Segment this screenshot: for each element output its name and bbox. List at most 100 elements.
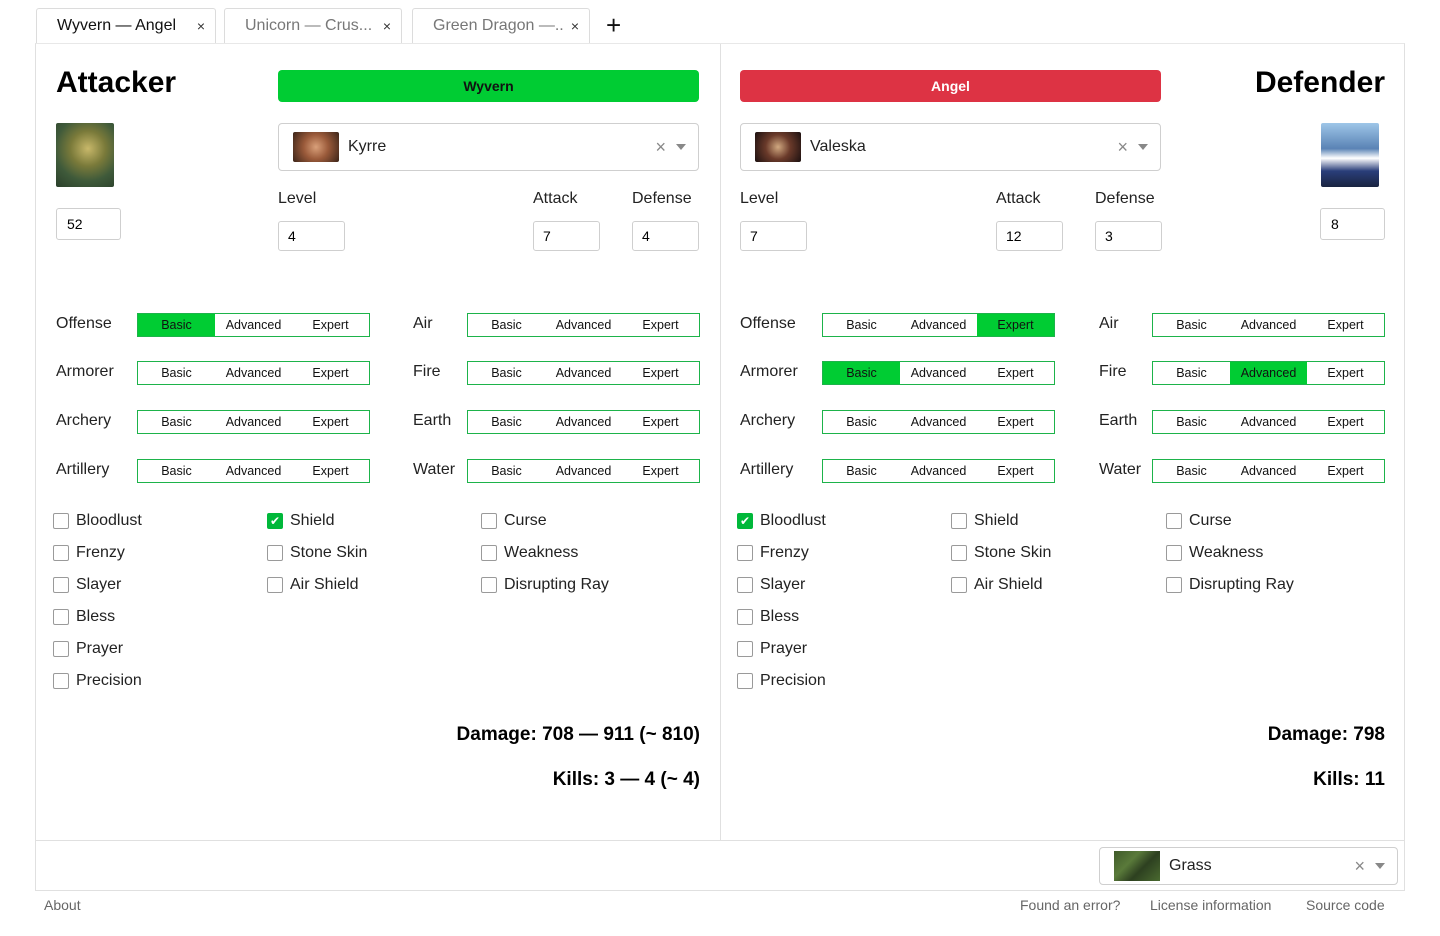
tab-green-dragon[interactable]: Green Dragon —... × xyxy=(412,8,590,43)
skill-level-expert-button[interactable]: Expert xyxy=(1307,411,1384,433)
skill-level-basic-button[interactable]: Basic xyxy=(1153,460,1230,482)
spell-checkbox-row[interactable]: Stone Skin xyxy=(267,544,367,562)
skill-level-basic-button[interactable]: Basic xyxy=(823,362,900,384)
spell-checkbox-row[interactable]: Air Shield xyxy=(267,576,358,594)
defender-attack-input[interactable] xyxy=(996,221,1063,251)
spell-checkbox-row[interactable]: Prayer xyxy=(737,640,807,658)
defender-creature-button[interactable]: Angel xyxy=(740,70,1161,102)
spell-checkbox-row[interactable]: Frenzy xyxy=(53,544,125,562)
skill-level-expert-button[interactable]: Expert xyxy=(292,411,369,433)
skill-level-basic-button[interactable]: Basic xyxy=(468,460,545,482)
skill-level-advanced-button[interactable]: Advanced xyxy=(1230,460,1307,482)
skill-level-expert-button[interactable]: Expert xyxy=(977,460,1054,482)
clear-icon[interactable]: × xyxy=(655,137,666,158)
close-icon[interactable]: × xyxy=(571,18,579,34)
skill-level-advanced-button[interactable]: Advanced xyxy=(545,362,622,384)
skill-level-expert-button[interactable]: Expert xyxy=(1307,362,1384,384)
skill-level-expert-button[interactable]: Expert xyxy=(1307,460,1384,482)
checkbox[interactable] xyxy=(1166,513,1182,529)
defender-count-input[interactable] xyxy=(1320,208,1385,240)
skill-level-advanced-button[interactable]: Advanced xyxy=(215,411,292,433)
checkbox[interactable] xyxy=(737,641,753,657)
checkbox[interactable] xyxy=(53,577,69,593)
checkbox[interactable] xyxy=(1166,577,1182,593)
checkbox[interactable] xyxy=(267,513,283,529)
checkbox[interactable] xyxy=(481,577,497,593)
checkbox[interactable] xyxy=(1166,545,1182,561)
checkbox[interactable] xyxy=(53,673,69,689)
chevron-down-icon[interactable] xyxy=(676,144,686,150)
checkbox[interactable] xyxy=(53,641,69,657)
checkbox[interactable] xyxy=(737,513,753,529)
skill-level-advanced-button[interactable]: Advanced xyxy=(900,362,977,384)
defender-level-input[interactable] xyxy=(740,221,807,251)
attacker-defense-input[interactable] xyxy=(632,221,699,251)
skill-level-expert-button[interactable]: Expert xyxy=(622,314,699,336)
spell-checkbox-row[interactable]: Precision xyxy=(53,672,142,690)
skill-level-basic-button[interactable]: Basic xyxy=(138,314,215,336)
source-code-link[interactable]: Source code xyxy=(1306,897,1385,913)
spell-checkbox-row[interactable]: Disrupting Ray xyxy=(1166,576,1294,594)
skill-level-basic-button[interactable]: Basic xyxy=(138,460,215,482)
attacker-attack-input[interactable] xyxy=(533,221,600,251)
attacker-count-input[interactable] xyxy=(56,208,121,240)
attacker-creature-button[interactable]: Wyvern xyxy=(278,70,699,102)
skill-level-advanced-button[interactable]: Advanced xyxy=(1230,362,1307,384)
skill-level-advanced-button[interactable]: Advanced xyxy=(215,362,292,384)
spell-checkbox-row[interactable]: Weakness xyxy=(1166,544,1263,562)
checkbox[interactable] xyxy=(53,545,69,561)
skill-level-basic-button[interactable]: Basic xyxy=(138,362,215,384)
checkbox[interactable] xyxy=(951,513,967,529)
checkbox[interactable] xyxy=(737,673,753,689)
spell-checkbox-row[interactable]: Bless xyxy=(737,608,799,626)
skill-level-advanced-button[interactable]: Advanced xyxy=(215,460,292,482)
checkbox[interactable] xyxy=(481,545,497,561)
skill-level-expert-button[interactable]: Expert xyxy=(977,411,1054,433)
spell-checkbox-row[interactable]: Stone Skin xyxy=(951,544,1051,562)
defender-hero-select[interactable]: Valeska × xyxy=(740,123,1161,171)
skill-level-expert-button[interactable]: Expert xyxy=(977,314,1054,336)
skill-level-advanced-button[interactable]: Advanced xyxy=(900,411,977,433)
skill-level-advanced-button[interactable]: Advanced xyxy=(1230,314,1307,336)
checkbox[interactable] xyxy=(737,609,753,625)
skill-level-basic-button[interactable]: Basic xyxy=(468,362,545,384)
spell-checkbox-row[interactable]: Shield xyxy=(951,512,1018,530)
skill-level-expert-button[interactable]: Expert xyxy=(292,314,369,336)
spell-checkbox-row[interactable]: Curse xyxy=(481,512,547,530)
skill-level-basic-button[interactable]: Basic xyxy=(823,314,900,336)
attacker-hero-select[interactable]: Kyrre × xyxy=(278,123,699,171)
checkbox[interactable] xyxy=(481,513,497,529)
close-icon[interactable]: × xyxy=(197,18,205,34)
spell-checkbox-row[interactable]: Curse xyxy=(1166,512,1232,530)
spell-checkbox-row[interactable]: Bloodlust xyxy=(53,512,142,530)
close-icon[interactable]: × xyxy=(383,18,391,34)
defender-defense-input[interactable] xyxy=(1095,221,1162,251)
add-tab-icon[interactable]: + xyxy=(606,8,621,43)
chevron-down-icon[interactable] xyxy=(1375,863,1385,869)
spell-checkbox-row[interactable]: Weakness xyxy=(481,544,578,562)
skill-level-basic-button[interactable]: Basic xyxy=(1153,411,1230,433)
skill-level-basic-button[interactable]: Basic xyxy=(1153,362,1230,384)
tab-wyvern-angel[interactable]: Wyvern — Angel × xyxy=(36,8,216,43)
skill-level-expert-button[interactable]: Expert xyxy=(1307,314,1384,336)
clear-icon[interactable]: × xyxy=(1354,856,1365,877)
checkbox[interactable] xyxy=(737,545,753,561)
checkbox[interactable] xyxy=(951,577,967,593)
spell-checkbox-row[interactable]: Prayer xyxy=(53,640,123,658)
skill-level-expert-button[interactable]: Expert xyxy=(622,460,699,482)
spell-checkbox-row[interactable]: Frenzy xyxy=(737,544,809,562)
checkbox[interactable] xyxy=(267,545,283,561)
spell-checkbox-row[interactable]: Bless xyxy=(53,608,115,626)
clear-icon[interactable]: × xyxy=(1117,137,1128,158)
skill-level-basic-button[interactable]: Basic xyxy=(823,460,900,482)
spell-checkbox-row[interactable]: Precision xyxy=(737,672,826,690)
attacker-level-input[interactable] xyxy=(278,221,345,251)
skill-level-basic-button[interactable]: Basic xyxy=(468,314,545,336)
checkbox[interactable] xyxy=(53,513,69,529)
terrain-select[interactable]: Grass × xyxy=(1099,847,1398,885)
checkbox[interactable] xyxy=(53,609,69,625)
skill-level-expert-button[interactable]: Expert xyxy=(622,362,699,384)
spell-checkbox-row[interactable]: Slayer xyxy=(737,576,805,594)
skill-level-basic-button[interactable]: Basic xyxy=(823,411,900,433)
skill-level-basic-button[interactable]: Basic xyxy=(138,411,215,433)
